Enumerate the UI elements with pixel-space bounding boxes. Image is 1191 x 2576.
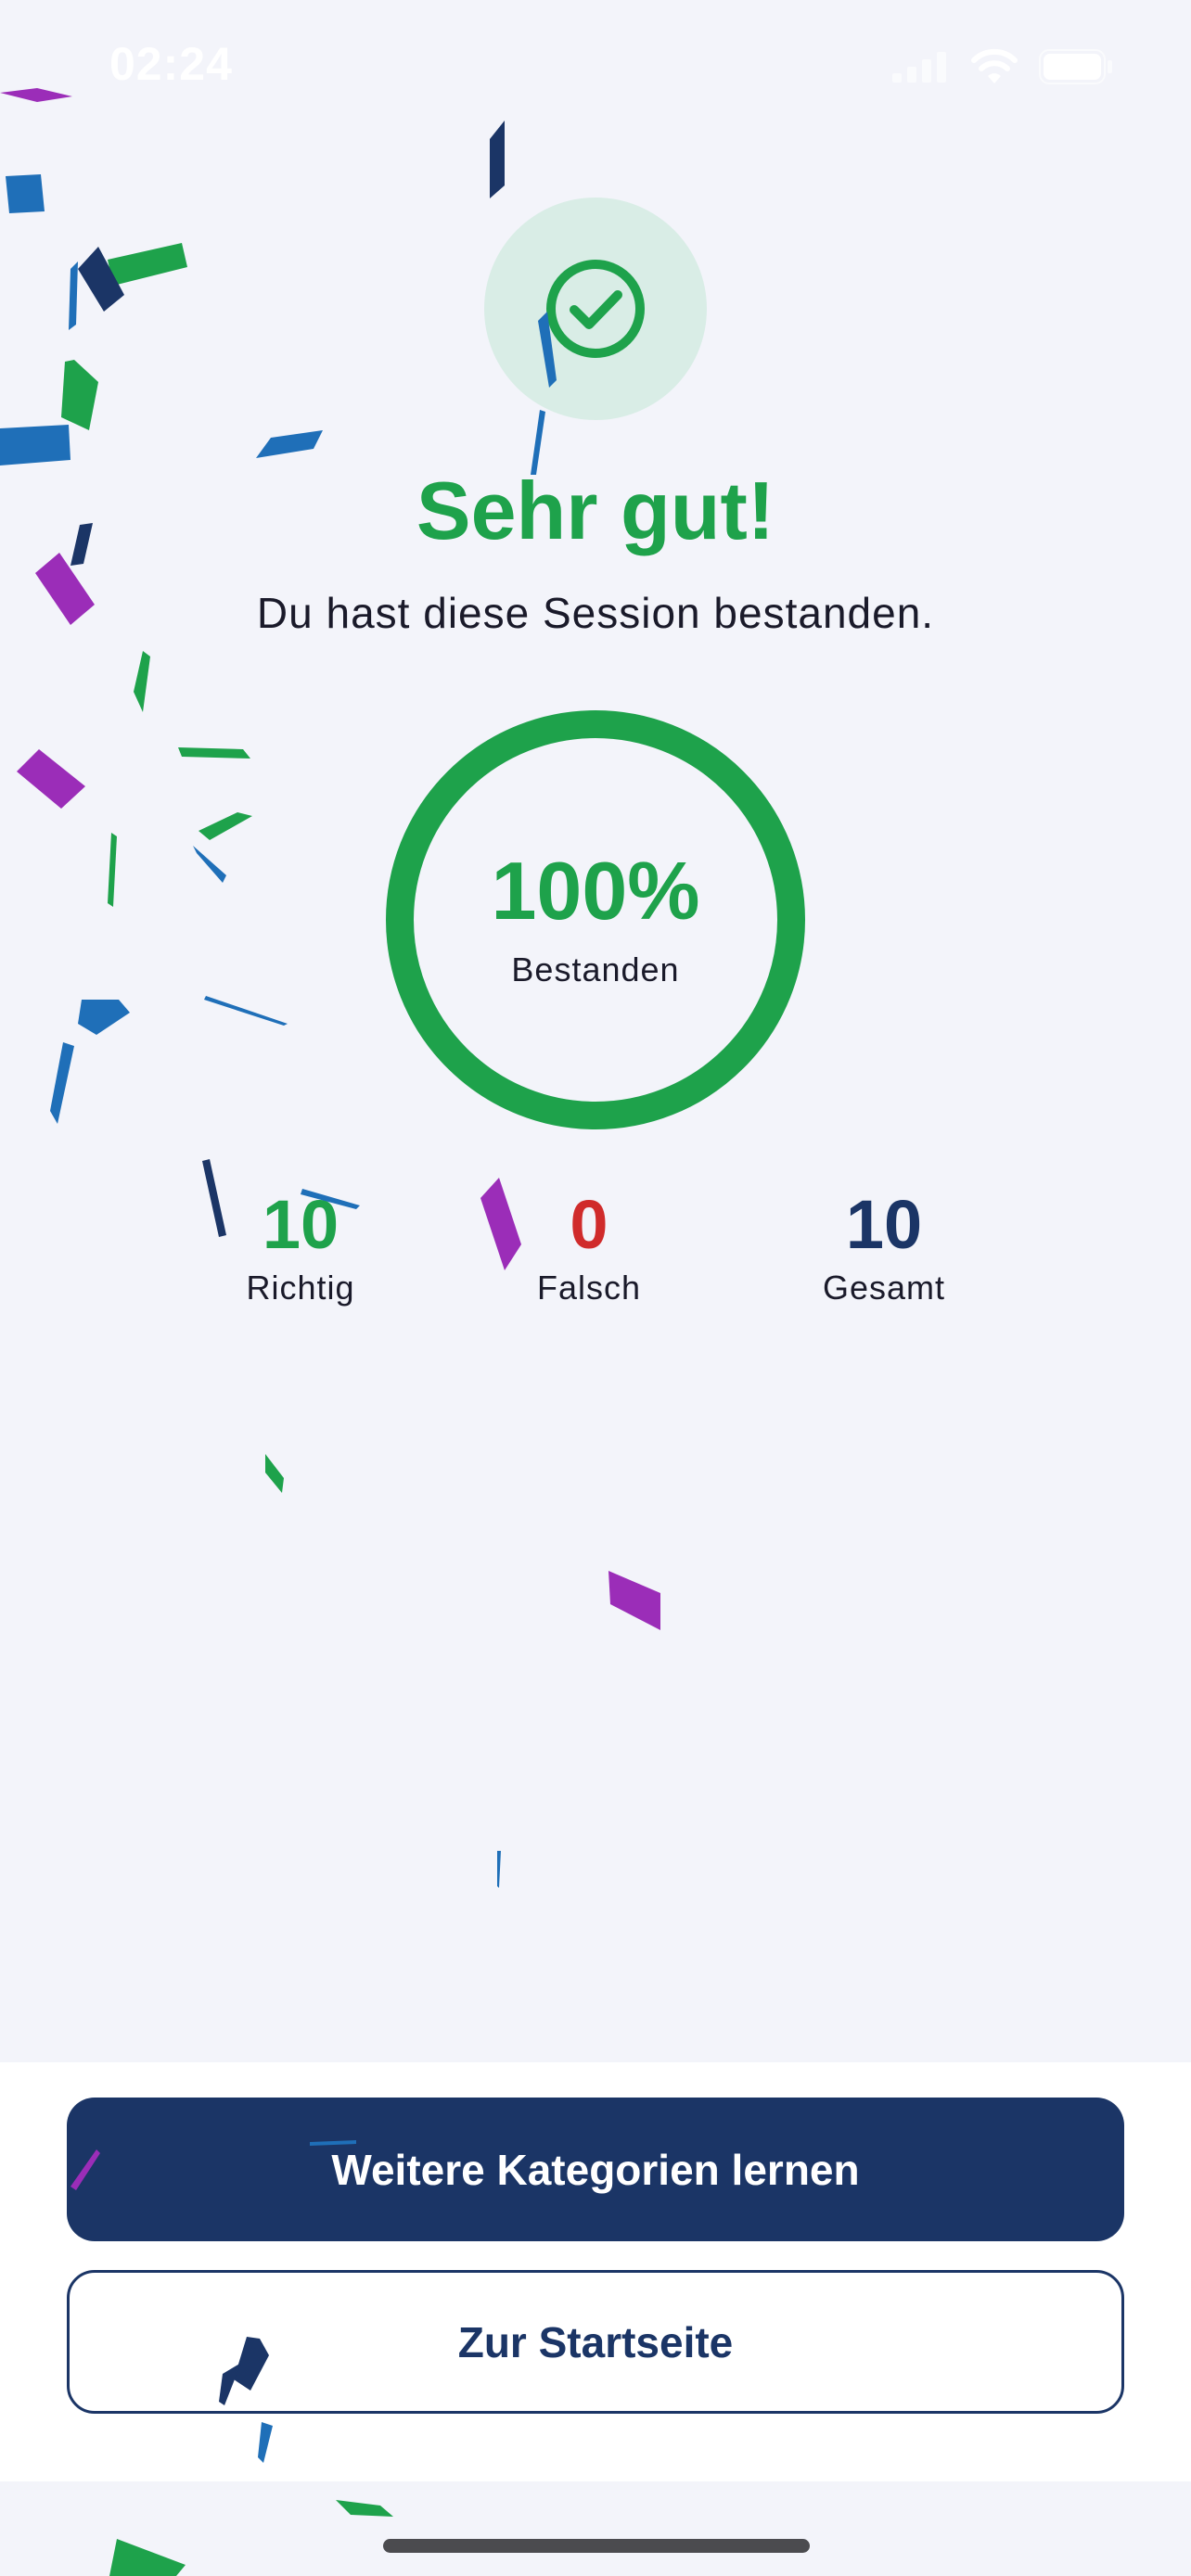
stat-total: 10 Gesamt — [763, 1185, 1005, 1307]
confetti-piece — [336, 2500, 393, 2517]
confetti-piece — [6, 174, 45, 213]
score-label: Bestanden — [511, 950, 680, 988]
confetti-piece — [69, 261, 78, 330]
score-ring: 100% Bestanden — [385, 709, 806, 1130]
confetti-piece — [108, 833, 117, 907]
score-percent: 100% — [491, 845, 700, 937]
stat-total-value: 10 — [845, 1186, 923, 1263]
bottom-action-panel: Weitere Kategorien lernen Zur Startseite — [0, 2062, 1191, 2481]
wifi-icon — [971, 48, 1018, 83]
stat-wrong-value: 0 — [570, 1186, 608, 1263]
status-time: 02:24 — [109, 38, 233, 90]
stat-correct-value: 10 — [262, 1186, 339, 1263]
stat-wrong: 0 Falsch — [468, 1185, 710, 1307]
home-indicator — [383, 2539, 810, 2553]
confetti-piece — [608, 1571, 660, 1630]
result-title: Sehr gut! — [416, 465, 775, 556]
confetti-piece — [204, 996, 288, 1026]
stat-correct: 10 Richtig — [180, 1185, 421, 1307]
result-subtitle: Du hast diese Session bestanden. — [256, 589, 935, 637]
confetti-piece — [497, 1851, 501, 1888]
success-badge — [484, 198, 707, 420]
confetti-piece — [134, 651, 150, 712]
check-circle-icon — [546, 260, 645, 358]
confetti-piece — [178, 747, 250, 759]
confetti-piece — [108, 243, 187, 286]
confetti-piece — [17, 749, 85, 809]
confetti-piece — [50, 1042, 74, 1124]
status-bar: 02:24 — [0, 0, 1191, 130]
confetti-piece — [78, 247, 124, 312]
confetti-piece — [256, 430, 323, 458]
cellular-signal-icon — [892, 52, 946, 83]
confetti-piece — [0, 425, 70, 465]
stat-wrong-label: Falsch — [536, 1269, 642, 1307]
go-home-button[interactable]: Zur Startseite — [67, 2270, 1124, 2414]
battery-icon — [1039, 49, 1112, 84]
stat-total-label: Gesamt — [822, 1269, 946, 1307]
session-result-screen: 02:24 Sehr gut! Du hast diese Session be… — [0, 0, 1191, 2576]
status-icons — [890, 48, 1113, 85]
confetti-piece — [61, 360, 98, 430]
stat-correct-label: Richtig — [246, 1269, 355, 1307]
confetti-piece — [78, 1000, 130, 1035]
confetti-piece — [193, 846, 226, 883]
confetti-piece — [265, 1454, 284, 1493]
confetti-piece — [490, 121, 505, 198]
confetti-piece — [109, 2539, 186, 2576]
confetti-piece — [198, 812, 252, 840]
learn-more-categories-button[interactable]: Weitere Kategorien lernen — [67, 2098, 1124, 2241]
